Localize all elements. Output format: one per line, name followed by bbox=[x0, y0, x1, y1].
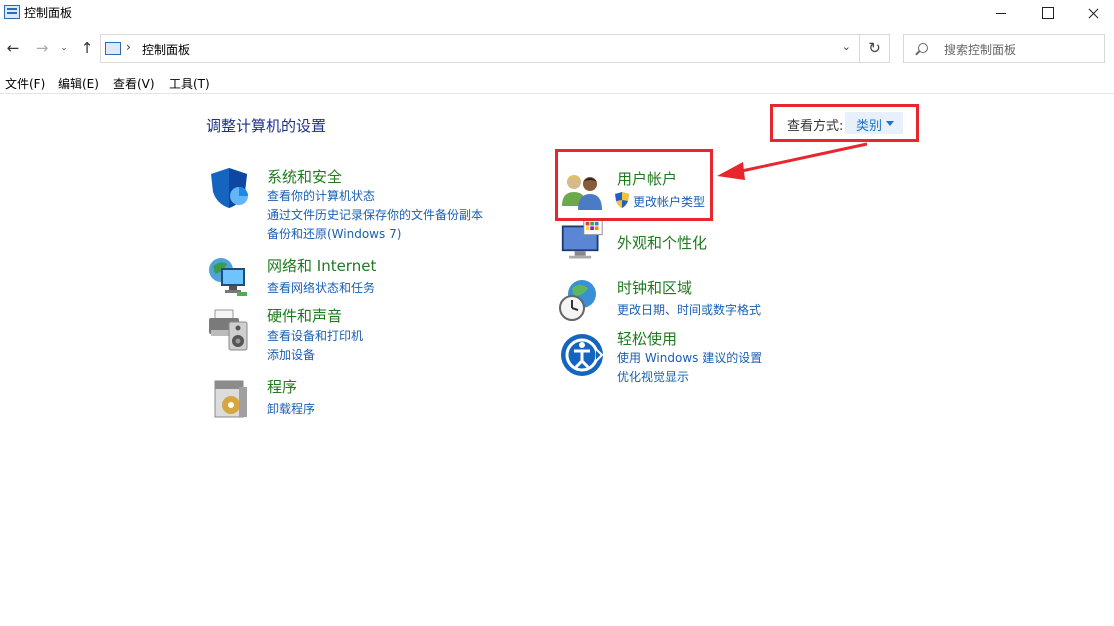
up-arrow-icon[interactable]: ↑ bbox=[77, 38, 97, 58]
control-panel-small-icon bbox=[105, 42, 121, 55]
link-windows-recommended-settings[interactable]: 使用 Windows 建议的设置 bbox=[617, 349, 762, 366]
title-bar: 控制面板 bbox=[0, 0, 1114, 26]
navigation-bar: ← → ⌄ ↑ › 控制面板 ⌄ ↻ 搜索控制面板 bbox=[0, 32, 1114, 64]
address-bar[interactable]: › 控制面板 ⌄ bbox=[100, 34, 860, 63]
category-network-internet[interactable]: 网络和 Internet bbox=[267, 255, 376, 276]
globe-network-icon[interactable] bbox=[207, 254, 251, 298]
category-hardware-sound[interactable]: 硬件和声音 bbox=[267, 305, 342, 326]
address-dropdown-icon[interactable]: ⌄ bbox=[842, 40, 851, 53]
search-icon bbox=[918, 43, 928, 53]
shield-icon[interactable] bbox=[207, 166, 251, 210]
menu-file[interactable]: 文件(F) bbox=[5, 75, 45, 92]
clock-globe-icon[interactable] bbox=[558, 278, 602, 322]
annotation-arrow-icon bbox=[717, 142, 868, 180]
link-change-date-time[interactable]: 更改日期、时间或数字格式 bbox=[617, 301, 761, 318]
category-system-security[interactable]: 系统和安全 bbox=[267, 166, 342, 187]
refresh-button[interactable]: ↻ bbox=[860, 34, 890, 63]
menu-view[interactable]: 查看(V) bbox=[113, 75, 155, 92]
menu-edit[interactable]: 编辑(E) bbox=[58, 75, 99, 92]
link-network-status[interactable]: 查看网络状态和任务 bbox=[267, 279, 375, 296]
page-title: 调整计算机的设置 bbox=[206, 117, 327, 135]
minimize-button[interactable] bbox=[978, 0, 1024, 26]
link-add-device[interactable]: 添加设备 bbox=[267, 346, 315, 363]
search-input[interactable]: 搜索控制面板 bbox=[903, 34, 1105, 63]
window-title: 控制面板 bbox=[24, 6, 73, 20]
link-backup-restore[interactable]: 备份和还原(Windows 7) bbox=[267, 225, 401, 242]
annotation-highlight-user-accounts bbox=[555, 149, 713, 221]
annotation-highlight-view-by bbox=[770, 104, 919, 142]
program-box-icon[interactable] bbox=[209, 377, 253, 421]
forward-arrow-icon[interactable]: → bbox=[32, 38, 52, 58]
accessibility-icon[interactable] bbox=[560, 333, 604, 377]
menu-tools[interactable]: 工具(T) bbox=[169, 75, 210, 92]
search-placeholder: 搜索控制面板 bbox=[944, 43, 1017, 57]
monitor-palette-icon[interactable] bbox=[560, 220, 604, 264]
link-view-computer-status[interactable]: 查看你的计算机状态 bbox=[267, 187, 375, 204]
back-arrow-icon[interactable]: ← bbox=[3, 38, 23, 58]
category-programs[interactable]: 程序 bbox=[267, 376, 297, 397]
category-ease-of-access[interactable]: 轻松使用 bbox=[617, 328, 677, 349]
recent-locations-chevron-icon[interactable]: ⌄ bbox=[57, 38, 71, 58]
link-devices-printers[interactable]: 查看设备和打印机 bbox=[267, 327, 363, 344]
menu-bar: 文件(F) 编辑(E) 查看(V) 工具(T) bbox=[0, 72, 1114, 94]
link-uninstall-program[interactable]: 卸载程序 bbox=[267, 400, 315, 417]
category-appearance[interactable]: 外观和个性化 bbox=[617, 232, 707, 253]
category-clock-region[interactable]: 时钟和区域 bbox=[617, 277, 692, 298]
link-file-history[interactable]: 通过文件历史记录保存你的文件备份副本 bbox=[267, 206, 483, 223]
breadcrumb-separator-icon[interactable]: › bbox=[126, 40, 131, 54]
maximize-button[interactable] bbox=[1025, 0, 1071, 26]
link-optimize-visual-display[interactable]: 优化视觉显示 bbox=[617, 368, 689, 385]
close-button[interactable] bbox=[1070, 0, 1114, 26]
breadcrumb-control-panel[interactable]: 控制面板 bbox=[142, 41, 190, 58]
control-panel-icon bbox=[4, 5, 20, 19]
printer-speaker-icon[interactable] bbox=[207, 308, 251, 352]
